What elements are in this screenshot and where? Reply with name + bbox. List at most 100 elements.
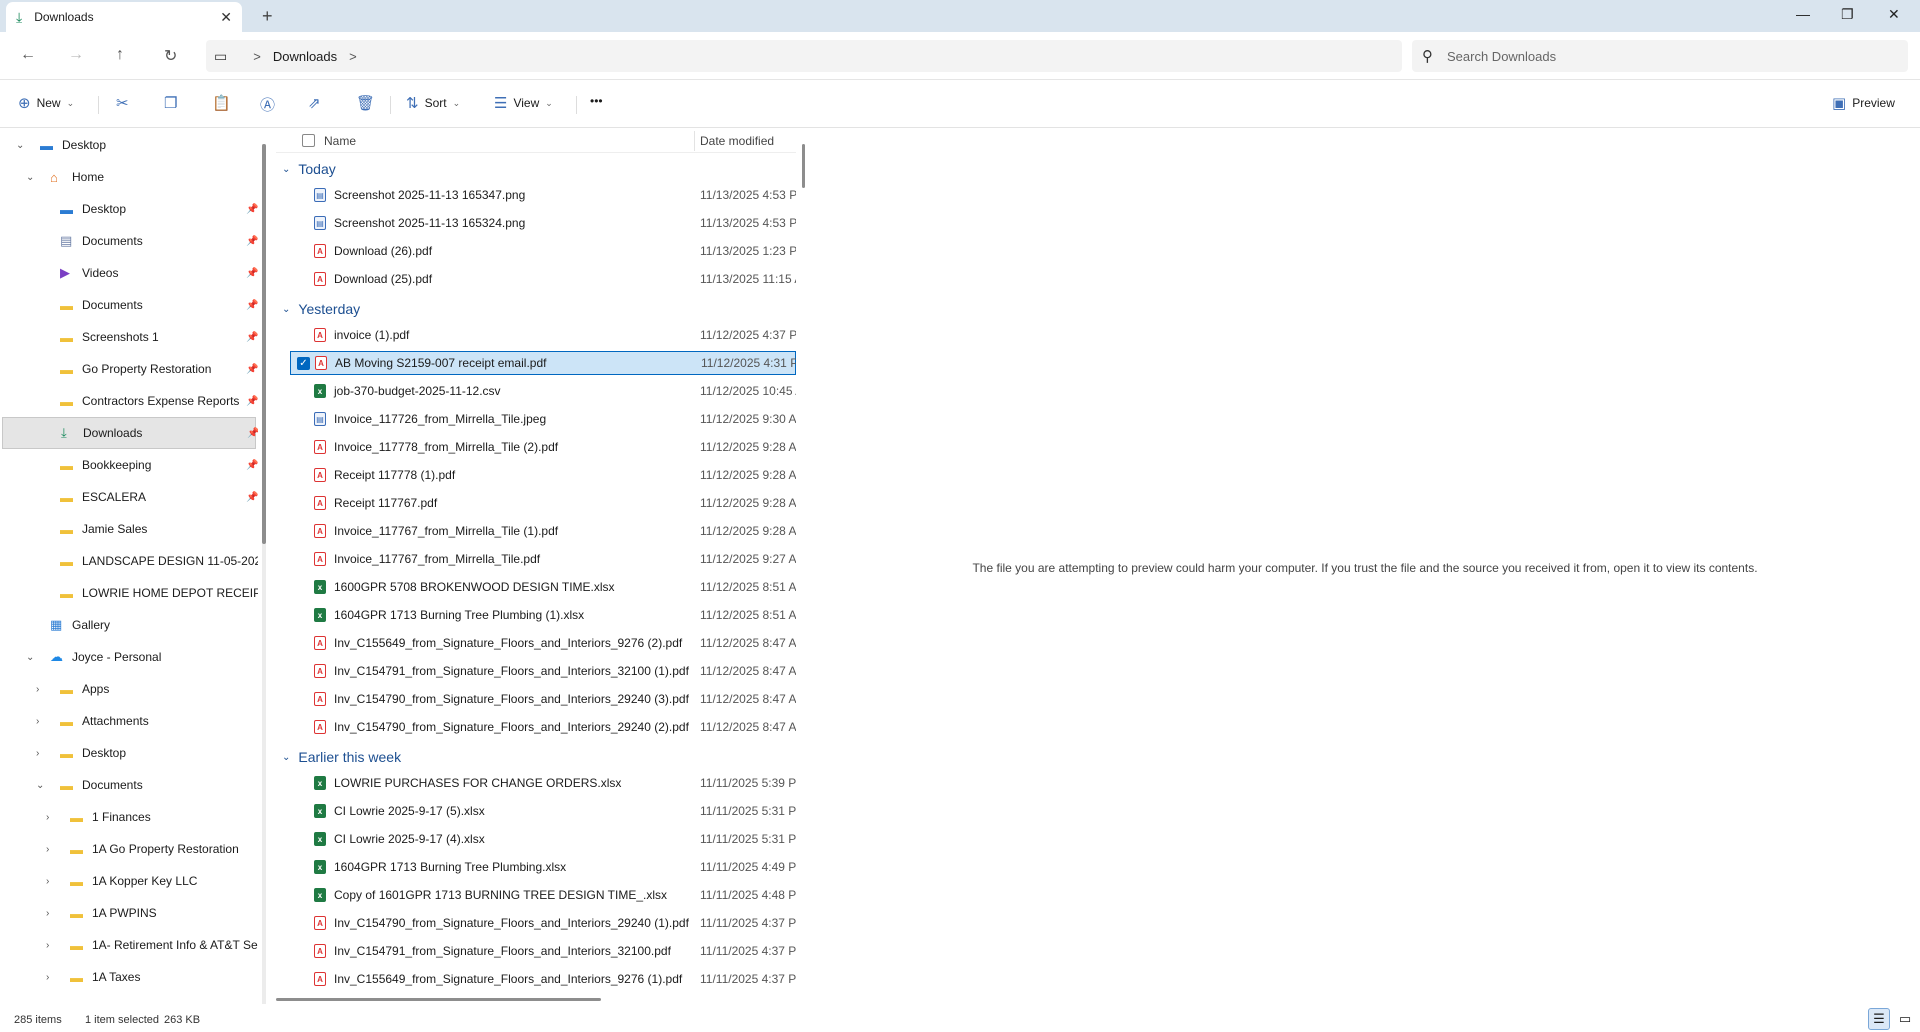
sidebar-item[interactable]: ▬ Documents 📌 [2, 289, 258, 321]
chevron-down-icon[interactable]: ⌄ [282, 752, 290, 763]
sidebar-item[interactable]: ⌄ ▬ Desktop [2, 129, 256, 161]
sidebar-item[interactable]: ⤓ Downloads 📌 [2, 417, 258, 449]
refresh-icon[interactable]: ↻ [164, 46, 177, 66]
copy-button[interactable]: ❐ [164, 94, 177, 112]
chevron-right-icon[interactable]: › [46, 908, 49, 919]
breadcrumb-downloads[interactable]: Downloads [273, 49, 337, 64]
chevron-down-icon[interactable]: ⌄ [282, 304, 290, 315]
select-all-checkbox[interactable] [302, 134, 315, 147]
file-row[interactable]: A Download (25).pdf 11/13/2025 11:15 AM [290, 267, 796, 291]
sidebar-item[interactable]: ▬ LOWRIE HOME DEPOT RECEIPTS [2, 577, 258, 609]
file-row[interactable]: ▤ Screenshot 2025-11-13 165347.png 11/13/2… [290, 183, 796, 207]
forward-arrow-icon[interactable]: → [68, 46, 84, 64]
sidebar-item[interactable]: ▶ Videos 📌 [2, 257, 258, 289]
file-row[interactable]: x job-370-budget-2025-11-12.csv 11/12/2025… [290, 379, 796, 403]
chevron-down-icon[interactable]: ⌄ [26, 652, 34, 663]
breadcrumb-separator[interactable]: > [349, 49, 357, 64]
file-row[interactable]: A Inv_C155649_from_Signature_Floors_and_I… [290, 631, 796, 655]
file-row[interactable]: x LOWRIE PURCHASES FOR CHANGE ORDERS.xlsx… [290, 771, 796, 795]
delete-button[interactable]: 🗑 [356, 94, 375, 112]
file-row[interactable]: x 1600GPR 5708 BROKENWOOD DESIGN TIME.xls… [290, 575, 796, 599]
sidebar-item[interactable]: › ▬ 1A Taxes [2, 961, 256, 993]
sidebar-item[interactable]: › ▬ Attachments [2, 705, 256, 737]
sidebar-item[interactable]: ▬ Bookkeeping 📌 [2, 449, 258, 481]
file-row[interactable]: A Download (26).pdf 11/13/2025 1:23 PM [290, 239, 796, 263]
file-row[interactable]: A Inv_C154791_from_Signature_Floors_and_I… [290, 939, 796, 963]
sidebar-item[interactable]: ▬ Jamie Sales [2, 513, 256, 545]
sidebar-item[interactable]: ▤ Documents 📌 [2, 225, 258, 257]
chevron-right-icon[interactable]: › [46, 972, 49, 983]
column-divider[interactable] [694, 131, 695, 151]
paste-button[interactable]: 📋 [212, 94, 231, 112]
chevron-right-icon[interactable]: › [46, 844, 49, 855]
sidebar-item[interactable]: ⌄ ▬ Documents [2, 769, 256, 801]
close-tab-icon[interactable]: ✕ [220, 9, 232, 26]
sidebar-item[interactable]: › ▬ Apps [2, 673, 256, 705]
file-row[interactable]: x 1604GPR 1713 Burning Tree Plumbing.xlsx… [290, 855, 796, 879]
sidebar-item[interactable]: ▬ Desktop 📌 [2, 193, 258, 225]
sidebar-item[interactable]: ▬ Go Property Restoration 📌 [2, 353, 258, 385]
tiles-view-toggle[interactable]: ▭ [1894, 1008, 1916, 1030]
sidebar-item[interactable]: › ▬ 1A PWPINS [2, 897, 256, 929]
sidebar-item[interactable]: ▬ ESCALERA 📌 [2, 481, 258, 513]
address-bar[interactable]: ▭ > Downloads > [206, 40, 1402, 72]
file-row[interactable]: A Inv_C155649_from_Signature_Floors_and_I… [290, 967, 796, 991]
group-header[interactable]: ⌄ Earlier this week [282, 745, 401, 769]
column-date-modified[interactable]: Date modified [700, 134, 774, 148]
file-row[interactable]: A Inv_C154790_from_Signature_Floors_and_I… [290, 911, 796, 935]
chevron-down-icon[interactable]: ⌄ [26, 172, 34, 183]
chevron-down-icon[interactable]: ⌄ [36, 780, 44, 791]
file-row[interactable]: A Receipt 117767.pdf 11/12/2025 9:28 AM [290, 491, 796, 515]
minimize-button[interactable]: — [1796, 6, 1810, 22]
sidebar-item[interactable]: › ▬ 1A Go Property Restoration [2, 833, 256, 865]
sort-button[interactable]: ⇅ Sort ⌄ [406, 94, 460, 112]
sidebar-item[interactable]: ▬ Contractors Expense Reports 📌 [2, 385, 258, 417]
sidebar-item[interactable]: › ▬ Desktop [2, 737, 256, 769]
sidebar-item[interactable]: ▬ Screenshots 1 📌 [2, 321, 258, 353]
sidebar-scrollbar-thumb[interactable] [262, 144, 266, 544]
restore-button[interactable]: ❐ [1841, 6, 1854, 23]
sidebar-item[interactable]: ▦ Gallery [2, 609, 256, 641]
rename-button[interactable]: Ⓐ [260, 94, 275, 115]
view-button[interactable]: ☰ View ⌄ [494, 94, 553, 112]
group-header[interactable]: ⌄ Today [282, 157, 336, 181]
row-checkbox[interactable]: ✓ [297, 356, 310, 370]
preview-pane-button[interactable]: ▣ Preview [1832, 94, 1895, 112]
cut-button[interactable]: ✂ [116, 94, 129, 112]
breadcrumb-separator[interactable]: > [253, 49, 261, 64]
file-row[interactable]: A Invoice_117778_from_Mirrella_Tile (2).p… [290, 435, 796, 459]
file-row[interactable]: A Inv_C154791_from_Signature_Floors_and_I… [290, 659, 796, 683]
sidebar-item[interactable]: › ▬ 1A- Retirement Info & AT&T Sepa [2, 929, 258, 961]
file-row[interactable]: A Invoice_117767_from_Mirrella_Tile.pdf 11… [290, 547, 796, 571]
group-header[interactable]: ⌄ Yesterday [282, 297, 360, 321]
share-button[interactable]: ⇗ [308, 94, 321, 112]
file-row[interactable]: Ainvoice (1).pdf 11/12/2025 4:37 PM [290, 323, 796, 347]
sidebar-item[interactable]: ▬ LANDSCAPE DESIGN 11-05-2025 [2, 545, 258, 577]
up-arrow-icon[interactable]: ↑ [116, 46, 124, 64]
tab-downloads[interactable]: ⤓ Downloads ✕ [6, 2, 242, 32]
new-button[interactable]: ⊕ New ⌄ [18, 94, 74, 112]
search-input[interactable]: ⚲ Search Downloads [1412, 40, 1908, 72]
file-row[interactable]: A Receipt 117778 (1).pdf 11/12/2025 9:28 A… [290, 463, 796, 487]
sidebar-item[interactable]: › ▬ 1A Kopper Key LLC [2, 865, 256, 897]
this-pc-icon[interactable]: ▭ [214, 48, 227, 65]
sidebar-item[interactable]: › ▬ 1 Finances [2, 801, 256, 833]
chevron-down-icon[interactable]: ⌄ [16, 140, 24, 151]
file-row[interactable]: x CI Lowrie 2025-9-17 (4).xlsx 11/11/2025 … [290, 827, 796, 851]
chevron-right-icon[interactable]: › [46, 812, 49, 823]
close-window-button[interactable]: ✕ [1888, 6, 1900, 23]
file-row[interactable]: ▤ Invoice_117726_from_Mirrella_Tile.jpeg 1… [290, 407, 796, 431]
chevron-down-icon[interactable]: ⌄ [282, 164, 290, 175]
file-list-scrollbar[interactable] [802, 144, 805, 188]
file-row[interactable]: A Inv_C154790_from_Signature_Floors_and_I… [290, 687, 796, 711]
file-row[interactable]: A Inv_C154790_from_Signature_Floors_and_I… [290, 715, 796, 739]
chevron-right-icon[interactable]: › [36, 684, 39, 695]
back-arrow-icon[interactable]: ← [20, 46, 36, 64]
chevron-right-icon[interactable]: › [36, 716, 39, 727]
file-row[interactable]: ✓ A AB Moving S2159-007 receipt email.pdf 1… [290, 351, 796, 375]
chevron-right-icon[interactable]: › [36, 748, 39, 759]
file-row[interactable]: ▤ Screenshot 2025-11-13 165324.png 11/13/2… [290, 211, 796, 235]
sidebar-item[interactable]: ⌄ ⌂ Home [2, 161, 256, 193]
details-view-toggle[interactable]: ☰ [1868, 1008, 1890, 1030]
column-name[interactable]: Name [324, 134, 356, 148]
